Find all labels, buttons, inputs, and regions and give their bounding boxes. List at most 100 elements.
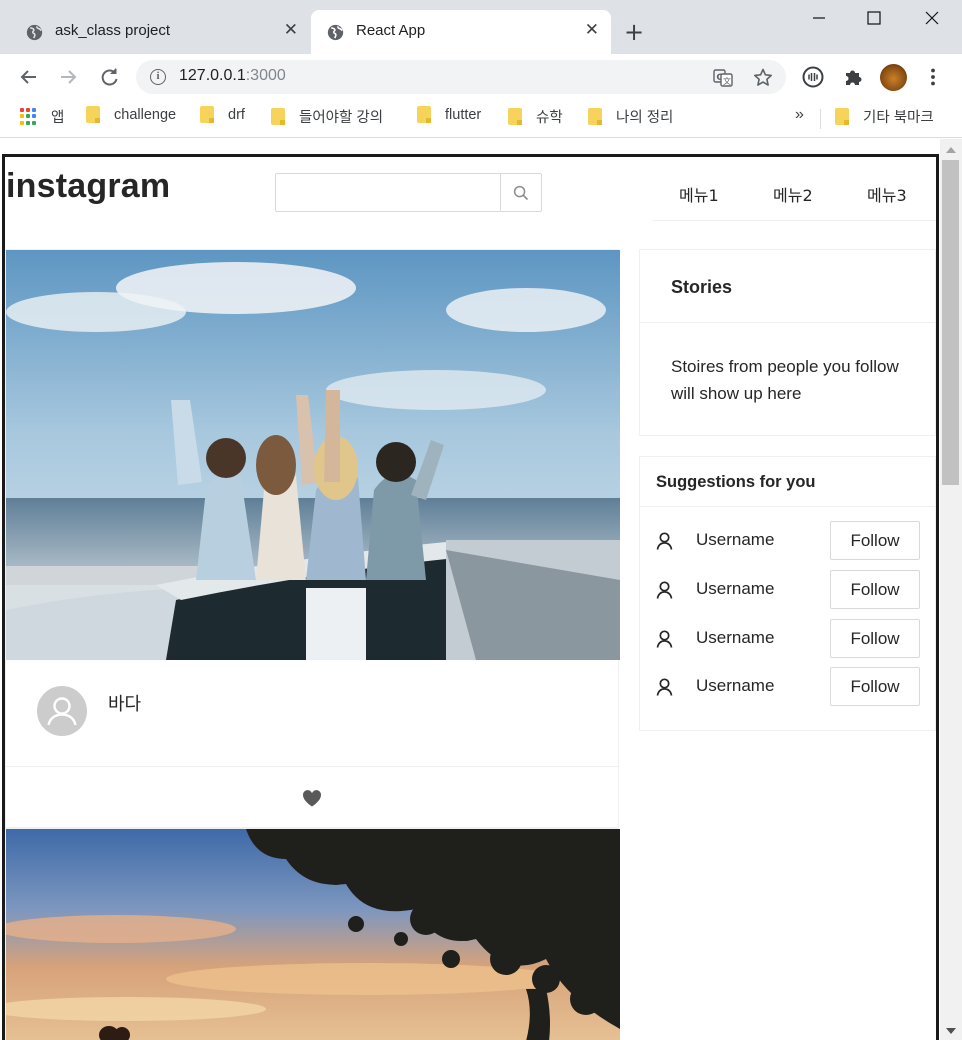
follow-button[interactable]: Follow (830, 521, 920, 560)
follow-button[interactable]: Follow (830, 667, 920, 706)
page-viewport: instagram 메뉴1 메뉴2 메뉴3 바다 Stories Stoires… (0, 139, 962, 1040)
bookmark-folder[interactable]: 들어야할 강의 (271, 106, 383, 127)
folder-icon (835, 108, 849, 125)
search-input[interactable] (276, 174, 500, 211)
bookmark-folder[interactable]: 슈학 (508, 106, 563, 127)
folder-icon (271, 108, 285, 125)
divider (820, 109, 821, 129)
stories-header: Stories (640, 250, 935, 323)
browser-tab-active[interactable]: React App ✕ (311, 10, 611, 54)
follow-button[interactable]: Follow (830, 570, 920, 609)
post-photo-beach-convertible (6, 250, 620, 660)
search-icon (513, 185, 529, 200)
search-box (275, 173, 542, 212)
folder-icon (200, 106, 214, 123)
bookmarks-overflow-button[interactable]: » (795, 106, 804, 124)
info-icon[interactable]: i (150, 69, 166, 85)
top-menu: 메뉴1 메뉴2 메뉴3 (652, 169, 936, 221)
suggestion-row: Username Follow (640, 517, 935, 566)
menu-item-3[interactable]: 메뉴3 (867, 182, 907, 206)
scroll-down-arrow-icon[interactable] (946, 1028, 956, 1034)
media-control-icon[interactable] (800, 64, 826, 90)
user-icon (47, 697, 77, 726)
back-arrow-icon[interactable] (16, 64, 42, 90)
logo[interactable]: instagram (6, 167, 170, 206)
close-icon[interactable]: ✕ (284, 20, 298, 40)
url-text: 127.0.0.1:3000 (179, 67, 286, 84)
bookmark-folder[interactable]: challenge (86, 106, 176, 123)
more-vert-icon[interactable] (920, 64, 946, 90)
globe-icon (26, 24, 43, 41)
bookmark-folder[interactable]: 나의 정리 (588, 106, 673, 127)
browser-tab-strip: ask_class project ✕ React App ✕ + (0, 0, 962, 54)
bookmarks-bar: 앱 challenge drf 들어야할 강의 flutter 슈학 나의 정리… (0, 100, 962, 138)
translate-icon[interactable]: G文 (713, 69, 733, 87)
window-close-icon[interactable] (925, 11, 939, 25)
search-button[interactable] (500, 174, 541, 211)
folder-icon (588, 108, 602, 125)
page-scrollbar[interactable] (940, 139, 962, 1040)
other-bookmarks-folder[interactable]: 기타 북마크 (835, 106, 934, 127)
suggestion-username[interactable]: Username (696, 676, 774, 696)
suggestion-username[interactable]: Username (696, 579, 774, 599)
bookmark-label: challenge (114, 106, 177, 123)
bookmark-folder[interactable]: flutter (417, 106, 481, 123)
folder-icon (508, 108, 522, 125)
address-bar[interactable]: i 127.0.0.1:3000 G文 (136, 60, 786, 94)
forward-arrow-icon[interactable] (55, 64, 81, 90)
suggestion-row: Username Follow (640, 663, 935, 712)
globe-icon (327, 24, 344, 41)
suggestions-card: Suggestions for you Username Follow User… (639, 456, 936, 731)
bookmark-label: 기타 북마크 (863, 110, 934, 126)
user-icon (656, 581, 673, 599)
stories-title: Stories (671, 277, 733, 297)
minimize-icon[interactable] (812, 12, 826, 22)
suggestions-header: Suggestions for you (640, 457, 935, 507)
browser-tab[interactable]: ask_class project ✕ (10, 10, 310, 54)
suggestion-username[interactable]: Username (696, 628, 774, 648)
svg-text:文: 文 (723, 76, 731, 86)
maximize-icon[interactable] (867, 11, 881, 25)
profile-avatar[interactable] (880, 64, 907, 91)
post-actions (6, 767, 618, 829)
reload-icon[interactable] (96, 64, 122, 90)
follow-button[interactable]: Follow (830, 619, 920, 658)
browser-toolbar: i 127.0.0.1:3000 G文 (0, 54, 962, 100)
tab-title: ask_class project (55, 22, 171, 39)
feed-post (5, 828, 620, 1040)
tab-title: React App (356, 22, 426, 39)
user-icon (656, 630, 673, 648)
menu-item-1[interactable]: 메뉴1 (679, 182, 719, 206)
close-icon[interactable]: ✕ (585, 20, 599, 40)
bookmark-label: 앱 (51, 110, 65, 126)
suggestion-row: Username Follow (640, 615, 935, 664)
user-icon (656, 678, 673, 696)
scroll-up-arrow-icon[interactable] (946, 147, 956, 153)
scrollbar-thumb[interactable] (942, 160, 959, 485)
post-photo-sunset (6, 829, 620, 1040)
post-image[interactable] (6, 250, 620, 660)
new-tab-button[interactable]: + (624, 18, 644, 46)
avatar[interactable] (37, 686, 87, 736)
suggestions-title: Suggestions for you (656, 473, 816, 491)
post-meta: 바다 (6, 660, 618, 767)
post-author[interactable]: 바다 (108, 690, 141, 716)
suggestion-row: Username Follow (640, 566, 935, 615)
folder-icon (86, 106, 100, 123)
heart-icon[interactable] (302, 789, 322, 807)
folder-icon (417, 106, 431, 123)
bookmark-label: 나의 정리 (616, 110, 674, 126)
suggestion-username[interactable]: Username (696, 530, 774, 550)
stories-empty-text: Stoires from people you follow will show… (671, 357, 899, 403)
feed-post: 바다 (5, 249, 620, 829)
bookmark-label: flutter (445, 106, 482, 123)
user-icon (656, 532, 673, 550)
post-image[interactable] (6, 829, 620, 1040)
menu-item-2[interactable]: 메뉴2 (773, 182, 813, 206)
bookmark-star-icon[interactable] (753, 68, 773, 87)
bookmark-folder[interactable]: drf (200, 106, 245, 123)
bookmark-apps[interactable]: 앱 (20, 106, 64, 127)
extensions-puzzle-icon[interactable] (840, 64, 866, 90)
apps-grid-icon (20, 108, 37, 125)
bookmark-label: 들어야할 강의 (299, 110, 384, 126)
